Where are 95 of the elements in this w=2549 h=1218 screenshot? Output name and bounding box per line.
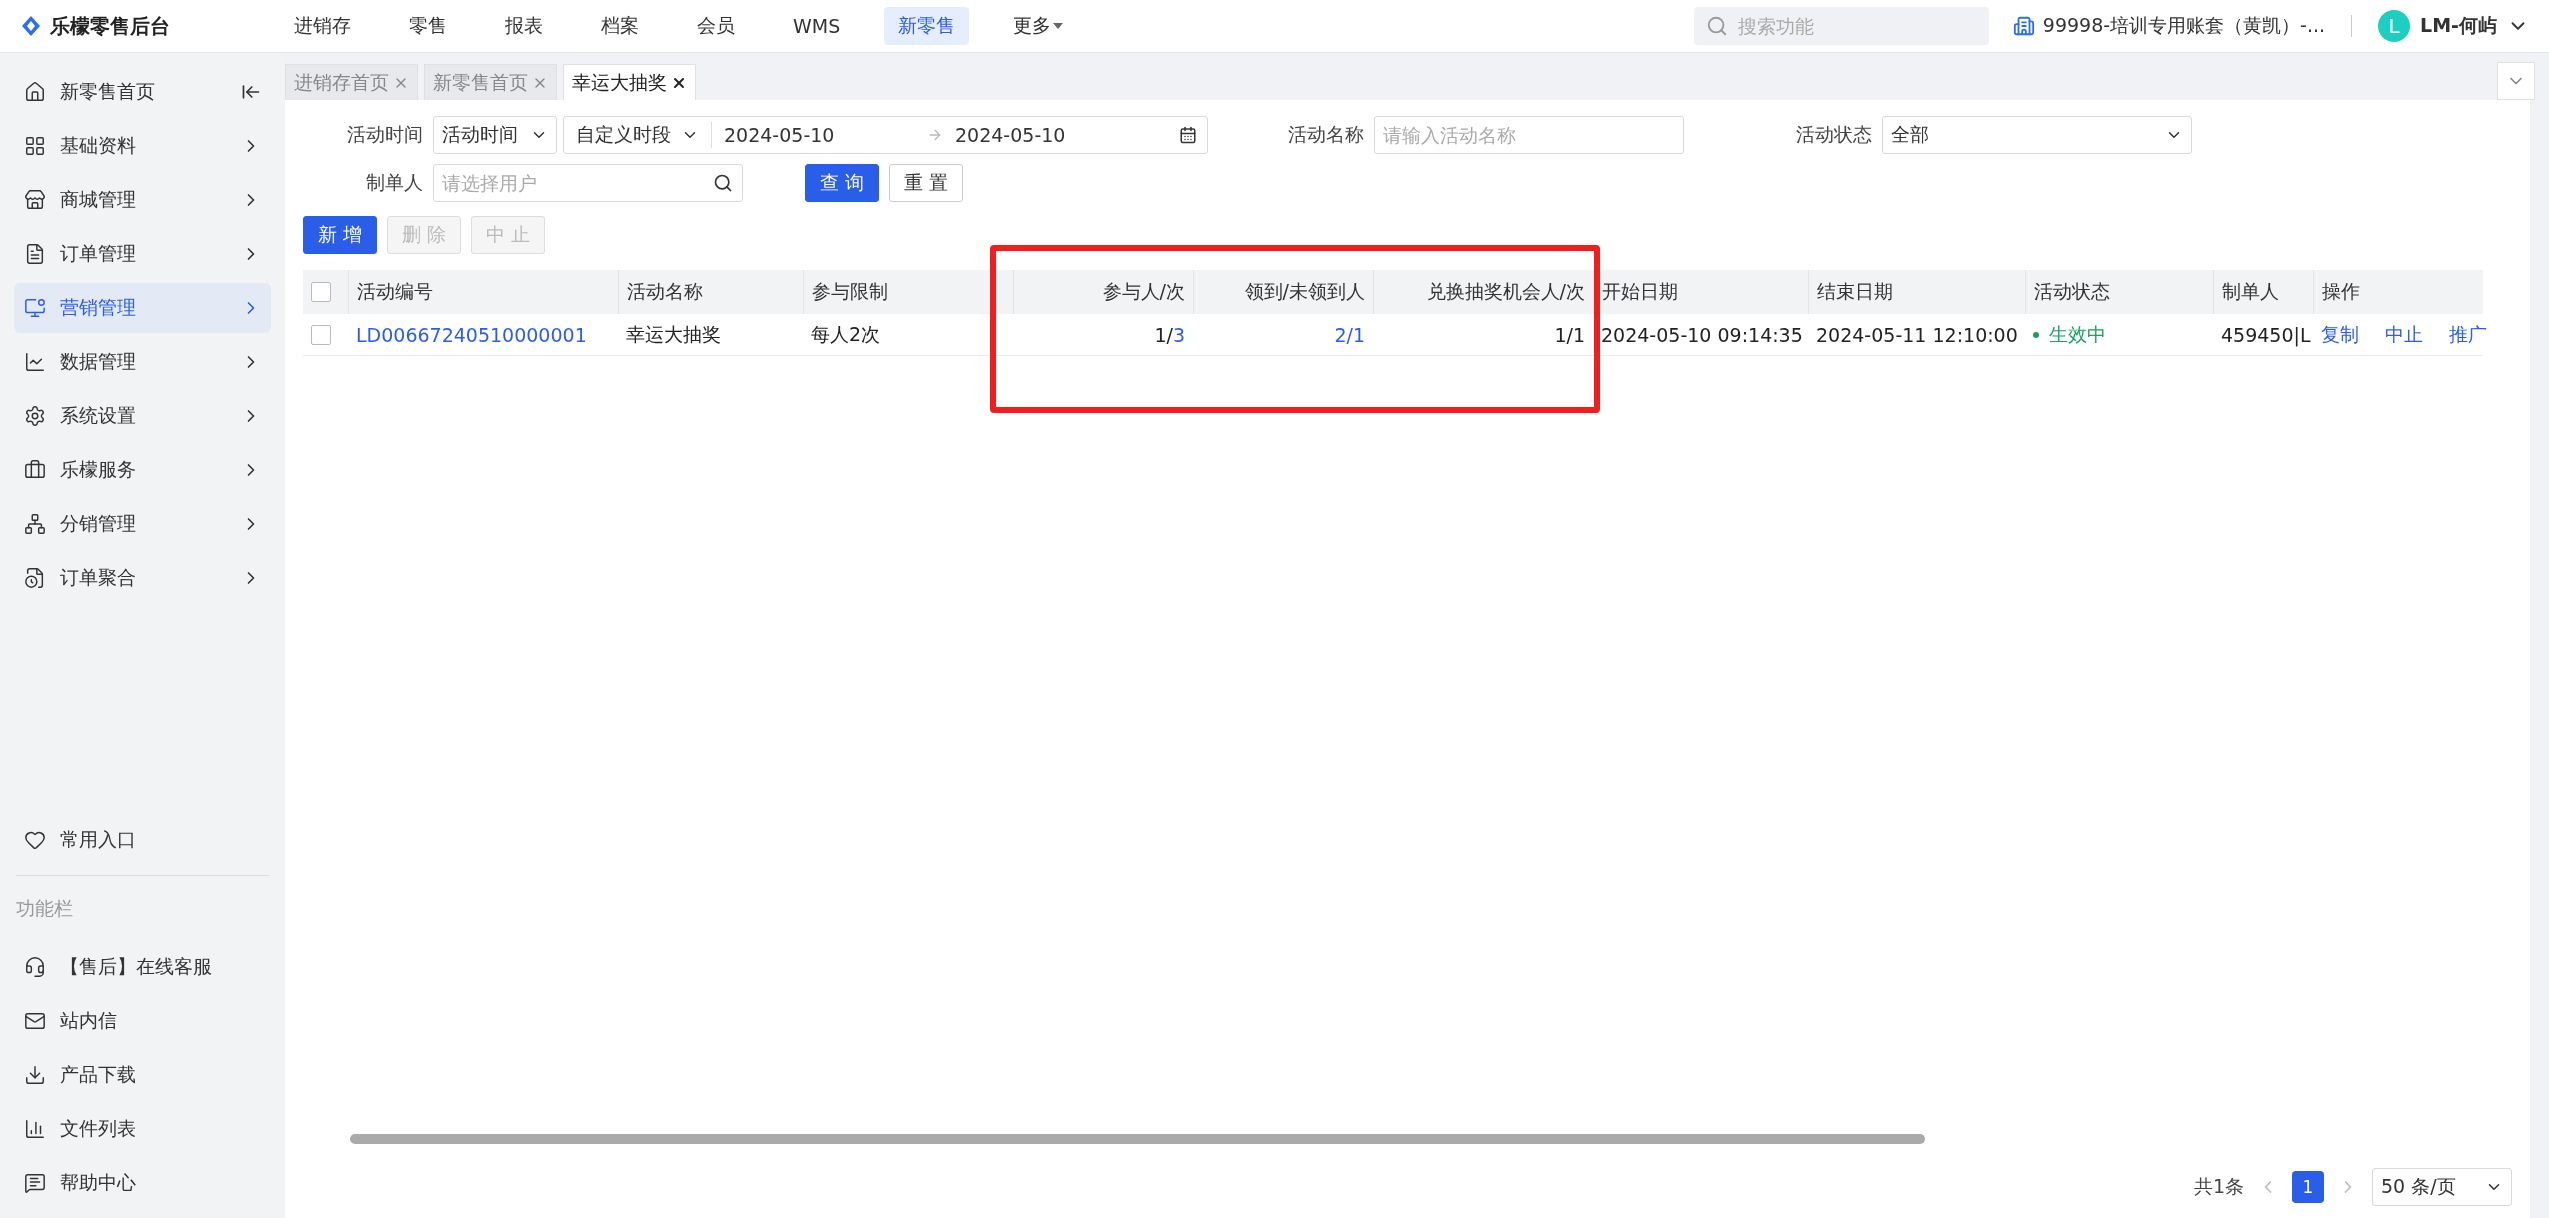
nav-item[interactable]: 新零售 [884, 7, 970, 45]
mail-icon [24, 1010, 46, 1032]
home-icon [24, 81, 46, 103]
page-tab[interactable]: 幸运大抽奖 [563, 64, 696, 100]
sidebar-item[interactable]: 帮助中心 [14, 1158, 271, 1208]
nav-item[interactable]: 档案 [587, 7, 653, 45]
nav-item[interactable]: WMS [779, 9, 855, 43]
nav-item[interactable]: 更多 [999, 7, 1078, 45]
count-link[interactable]: 3 [1172, 323, 1185, 346]
building-icon [2012, 15, 2035, 37]
count-text: 1/1 [1554, 323, 1585, 346]
nav-item[interactable]: 报表 [491, 7, 557, 45]
column-header: 参与限制 [803, 270, 1013, 314]
collapse-icon[interactable] [241, 82, 261, 102]
nav-item[interactable]: 进销存 [280, 7, 365, 45]
sidebar-item[interactable]: 产品下载 [14, 1050, 271, 1100]
nav-item[interactable]: 会员 [683, 7, 749, 45]
brand-name: 乐檬零售后台 [50, 12, 171, 40]
page-size-select[interactable]: 50 条/页 [2372, 1168, 2512, 1206]
sidebar-item[interactable]: 订单聚合 [14, 553, 271, 603]
sidebar-item[interactable]: 商城管理 [14, 175, 271, 225]
column-header: 活动编号 [348, 270, 618, 314]
sidebar-item[interactable]: 基础资料 [14, 121, 271, 171]
activity-id-link[interactable]: LD00667240510000001 [356, 323, 587, 346]
count-text: 1/ [1154, 323, 1173, 346]
column-header: 操作 [2313, 270, 2483, 314]
table-cell-text: 幸运大抽奖 [626, 321, 721, 347]
table-cell-text: 每人2次 [811, 321, 881, 347]
bar-chart-icon [24, 1118, 46, 1140]
checkbox[interactable] [311, 324, 331, 345]
time-type-select[interactable]: 活动时间 [433, 116, 557, 154]
briefcase-icon [24, 459, 46, 481]
store-icon [24, 189, 46, 211]
row-action-link[interactable]: 中止 [2385, 321, 2423, 348]
monitor-icon [24, 297, 46, 319]
count-link[interactable]: 2/1 [1334, 323, 1365, 346]
filter-label: 活动时间 [346, 122, 423, 147]
creator-field[interactable]: 请选择用户 [433, 164, 743, 202]
message-icon [24, 1172, 46, 1194]
search-icon [713, 173, 733, 193]
filter-label: 制单人 [365, 170, 423, 195]
row-action-link[interactable]: 推广 [2449, 321, 2487, 348]
sidebar-item[interactable]: 新零售首页 [14, 67, 271, 117]
activity-name-field[interactable]: 请输入活动名称 [1374, 116, 1684, 154]
table-cell-text: 459450|L [2221, 323, 2311, 346]
sidebar-item[interactable]: 文件列表 [14, 1104, 271, 1154]
line-chart-icon [24, 351, 46, 373]
nav-item[interactable]: 零售 [395, 7, 461, 45]
sidebar-item[interactable]: 数据管理 [14, 337, 271, 387]
page-number[interactable]: 1 [2292, 1171, 2324, 1203]
sidebar-item[interactable]: 常用入口 [14, 815, 271, 865]
action-button[interactable]: 新 增 [303, 216, 378, 254]
table-cell-text: 2024-05-11 12:10:00 [1816, 323, 2018, 346]
headset-icon [24, 956, 46, 978]
column-header: 结束日期 [1808, 270, 2025, 314]
sidebar-item[interactable]: 营销管理 [14, 283, 271, 333]
sidebar-item[interactable]: 订单管理 [14, 229, 271, 279]
column-header: 参与人/次 [1013, 270, 1193, 314]
sidebar-item[interactable]: 【售后】在线客服 [14, 942, 271, 992]
calendar-icon[interactable] [1179, 126, 1197, 144]
filter-label: 活动状态 [1795, 122, 1872, 147]
user-name[interactable]: LM-何屿 [2420, 13, 2497, 39]
reset-button[interactable]: 重 置 [889, 164, 964, 202]
sidebar-item[interactable]: 分销管理 [14, 499, 271, 549]
scrollbar-thumb[interactable] [350, 1134, 1925, 1144]
column-header: 制单人 [2213, 270, 2313, 314]
status-text: 生效中 [2049, 321, 2106, 347]
sidebar-item[interactable]: 系统设置 [14, 391, 271, 441]
date-range-field[interactable]: 自定义时段 2024-05-10 2024-05-10 [563, 116, 1208, 154]
document-icon [24, 243, 46, 265]
column-header: 兑换抽奖机会人/次 [1373, 270, 1593, 314]
search-field[interactable]: 搜索功能 [1693, 7, 1989, 45]
query-button[interactable]: 查 询 [805, 164, 880, 202]
heart-icon [24, 829, 46, 851]
document-clock-icon [24, 567, 46, 589]
column-header: 活动状态 [2025, 270, 2213, 314]
download-icon [24, 1064, 46, 1086]
checkbox[interactable] [311, 282, 331, 302]
column-header: 活动名称 [618, 270, 803, 314]
settings-icon [24, 405, 46, 427]
status-select[interactable]: 全部 [1882, 116, 2192, 154]
account-name[interactable]: 99998-培训专用账套（黄凯）-... [2042, 13, 2326, 39]
sidebar-item[interactable]: 站内信 [14, 996, 271, 1046]
search-icon [1705, 15, 1728, 37]
grid-icon [24, 135, 46, 157]
total-count: 共1条 [2193, 1174, 2244, 1199]
sidebar-item[interactable]: 乐檬服务 [14, 445, 271, 495]
network-icon [24, 513, 46, 535]
section-title: 功能栏 [15, 896, 74, 921]
logo-icon [20, 15, 42, 37]
filter-label: 活动名称 [1287, 122, 1364, 147]
table-cell-text: 2024-05-10 09:14:35 [1601, 323, 1803, 346]
column-header: 领到/未领到人 [1193, 270, 1373, 314]
column-header: 开始日期 [1593, 270, 1808, 314]
row-action-link[interactable]: 复制 [2321, 321, 2359, 348]
